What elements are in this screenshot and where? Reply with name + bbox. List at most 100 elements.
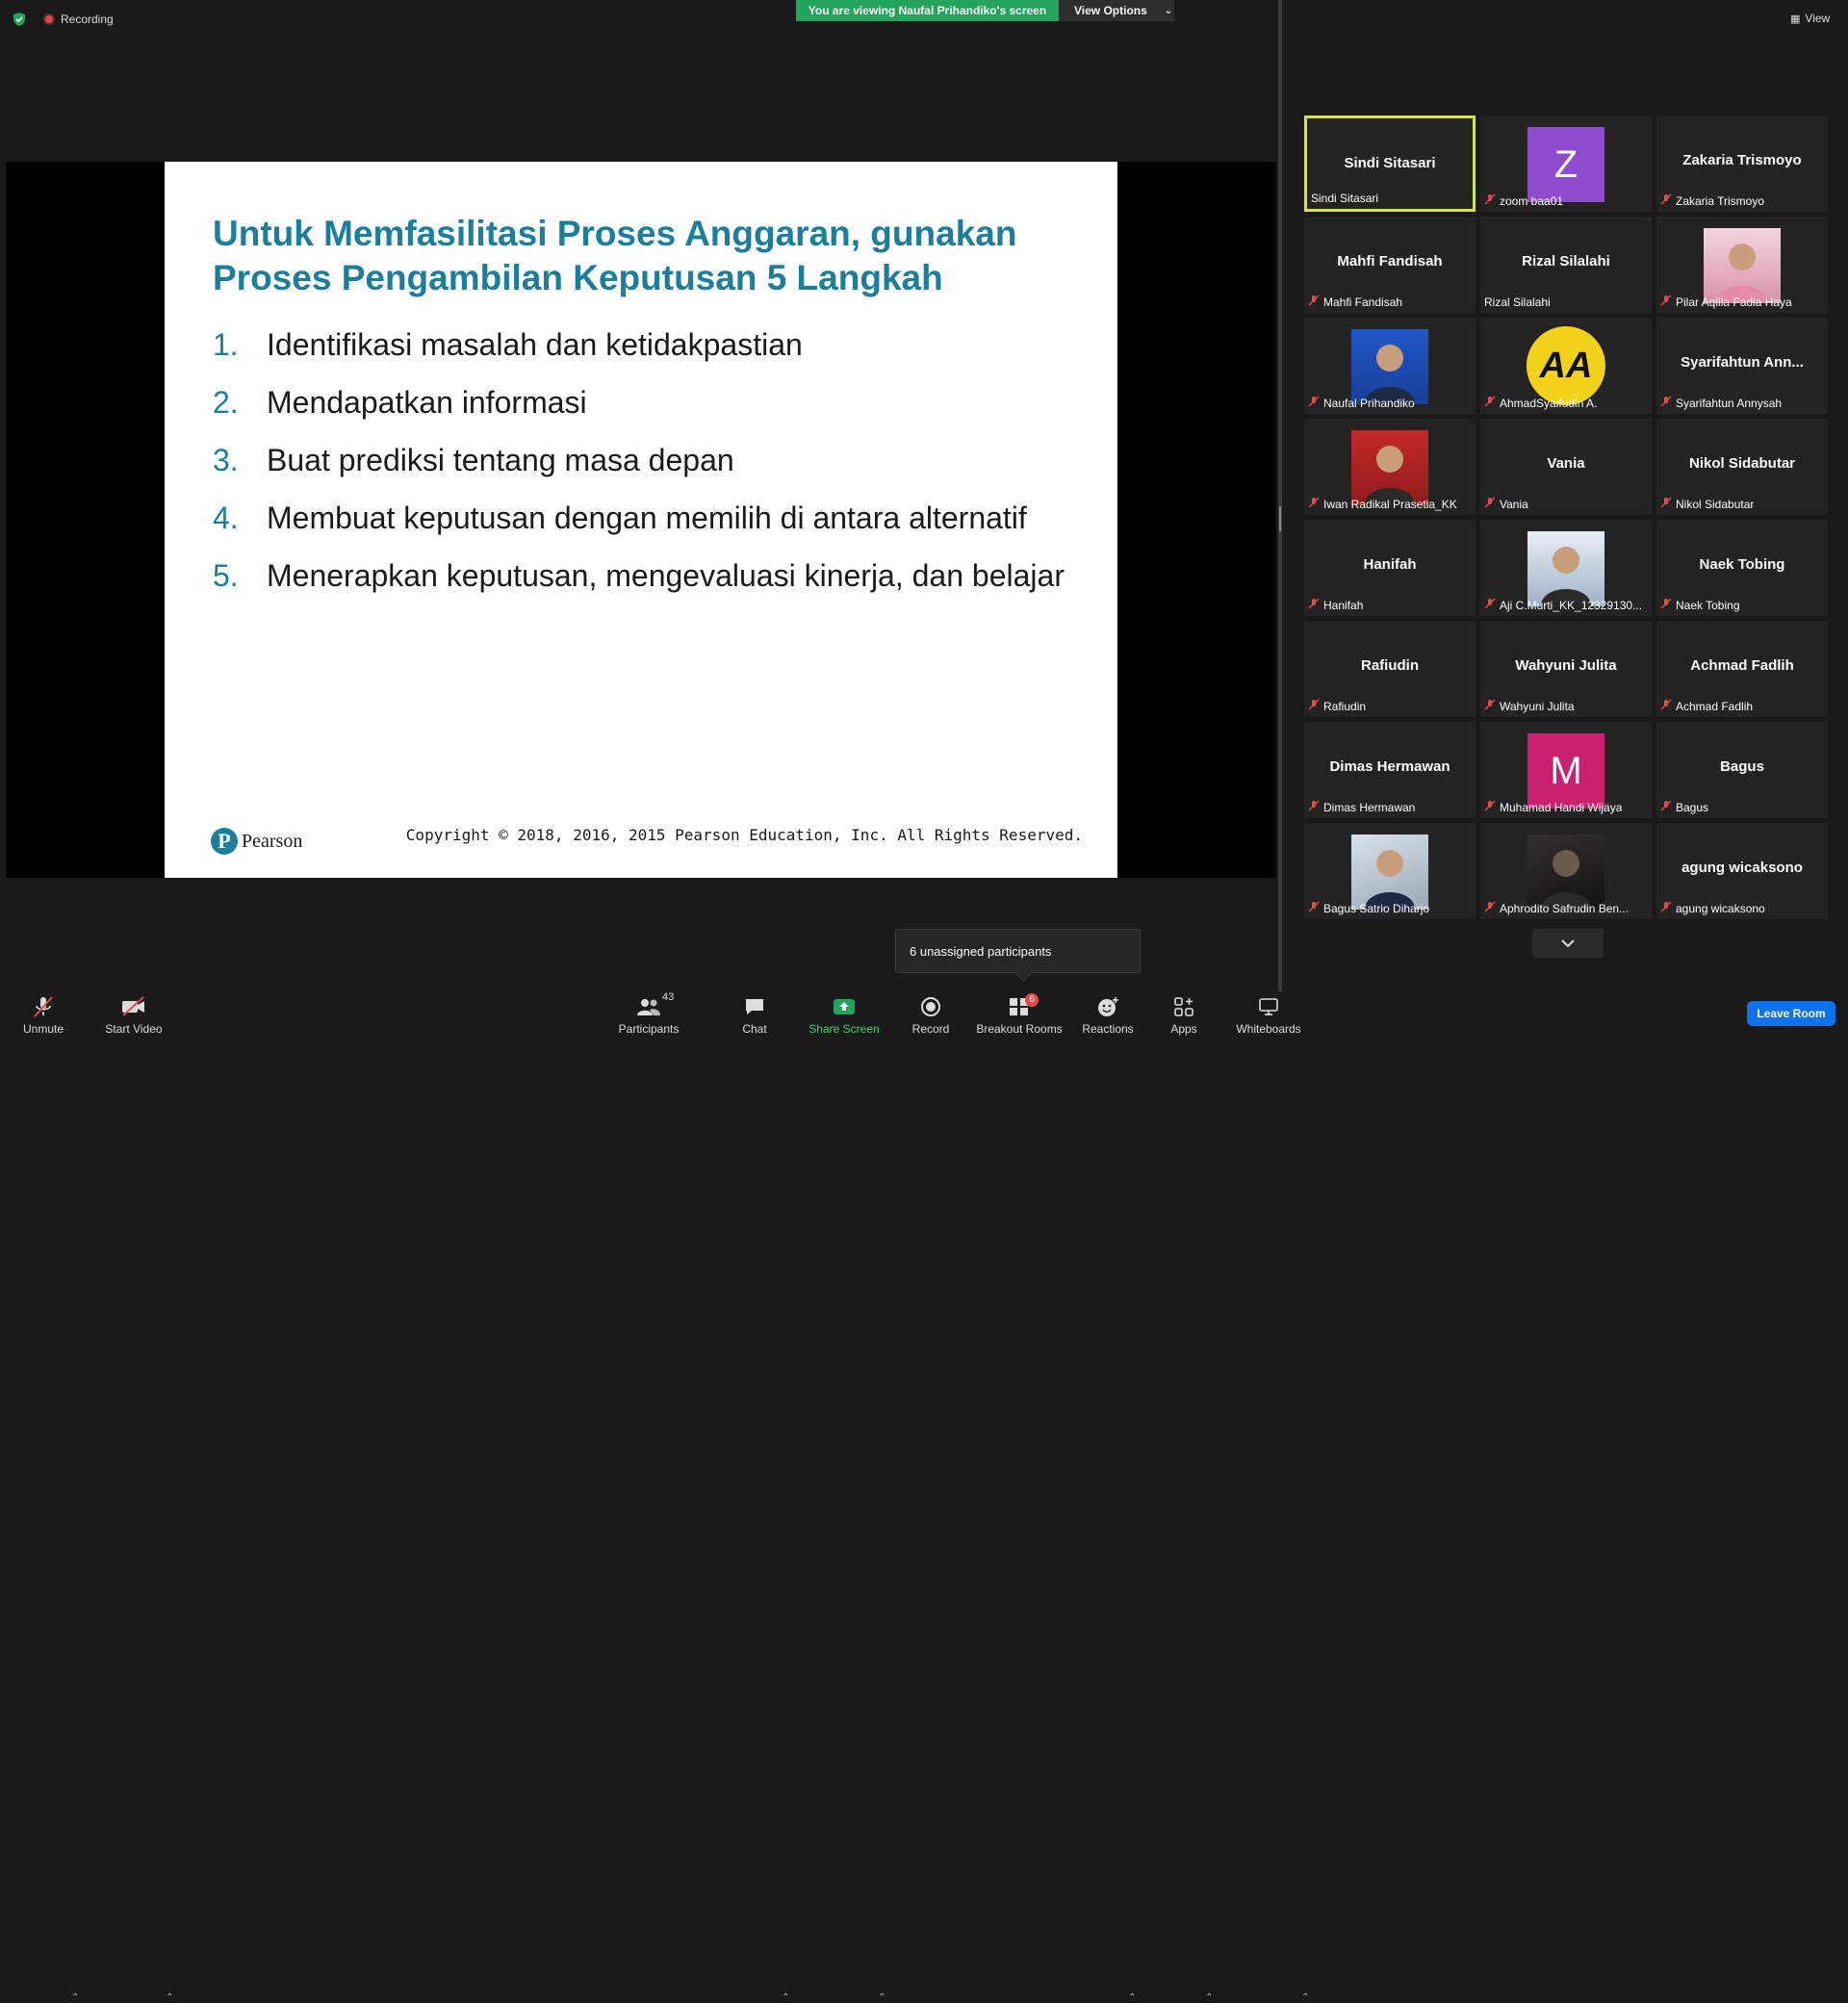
list-item: 1. Identifikasi masalah dan ketidakpastia… — [213, 325, 1079, 364]
record-label: Record — [911, 1022, 950, 1036]
participant-tile[interactable]: Mahfi Fandisah Mahfi Fandisah — [1304, 217, 1476, 313]
avatar: Z — [1527, 127, 1604, 202]
list-number: 2. — [213, 385, 239, 420]
list-item: 3. Buat prediksi tentang masa depan — [213, 441, 1079, 479]
microphone-muted-icon — [1484, 901, 1496, 915]
list-text: Mendapatkan informasi — [267, 385, 587, 420]
participant-name-label: AhmadSyaifudin A. — [1484, 396, 1597, 410]
participant-name-label: Dimas Hermawan — [1308, 800, 1415, 814]
microphone-muted-icon — [1308, 800, 1320, 814]
reactions-icon — [1094, 995, 1121, 1018]
participant-tile[interactable]: Rafiudin Rafiudin — [1304, 621, 1476, 717]
participant-name-label: Wahyuni Julita — [1484, 699, 1575, 713]
participant-tile[interactable]: Zakaria Trismoyo Zakaria Trismoyo — [1656, 116, 1828, 212]
whiteboards-options-caret-icon[interactable]: ⌃ — [1301, 1992, 1309, 2003]
participant-tile[interactable]: Sindi Sitasari Sindi Sitasari — [1304, 116, 1476, 212]
participant-name-label: Mahfi Fandisah — [1308, 295, 1402, 309]
avatar-photo — [1351, 430, 1428, 505]
whiteboards-button[interactable]: Whiteboards — [1234, 991, 1303, 1040]
gallery-view-button[interactable]: ▦ View — [1790, 12, 1830, 25]
participant-name: Zakaria Trismoyo — [1676, 193, 1765, 208]
apps-button[interactable]: Apps — [1165, 991, 1203, 1040]
reactions-options-caret-icon[interactable]: ⌃ — [1128, 1992, 1136, 2003]
participant-tile[interactable]: Wahyuni Julita Wahyuni Julita — [1480, 621, 1652, 717]
gallery-view-label: View — [1805, 12, 1831, 25]
participant-tile[interactable]: M Muhamad Handi Wijaya — [1480, 722, 1652, 818]
slide-list: 1. Identifikasi masalah dan ketidakpastia… — [213, 325, 1079, 614]
start-video-button[interactable]: Start Video — [100, 991, 167, 1040]
reactions-button[interactable]: Reactions — [1080, 991, 1136, 1040]
recording-indicator[interactable]: Recording — [43, 13, 114, 26]
panel-divider[interactable] — [1278, 0, 1282, 991]
share-screen-button[interactable]: Share Screen — [808, 991, 880, 1040]
top-bar: Recording You are viewing Naufal Prihand… — [0, 0, 1280, 39]
participants-button[interactable]: 43 Participants — [612, 991, 685, 1040]
participant-name: Naek Tobing — [1676, 598, 1740, 612]
video-off-icon — [120, 995, 147, 1018]
unmute-button[interactable]: Unmute — [17, 991, 69, 1040]
participant-tile[interactable]: Vania Vania — [1480, 419, 1652, 515]
participant-tile[interactable]: Bagus Bagus — [1656, 722, 1828, 818]
participant-tile[interactable]: AA AhmadSyaifudin A. — [1480, 318, 1652, 414]
microphone-muted-icon — [1660, 396, 1672, 410]
share-screen-label: Share Screen — [808, 1022, 880, 1036]
participant-tile[interactable]: agung wicaksono agung wicaksono — [1656, 823, 1828, 919]
participant-display-name: Wahyuni Julita — [1515, 657, 1617, 674]
avatar: AA — [1527, 326, 1605, 405]
participant-display-name: Dimas Hermawan — [1329, 758, 1450, 775]
pearson-wordmark: Pearson — [242, 830, 303, 852]
list-text: Menerapkan keputusan, mengevaluasi kiner… — [267, 558, 1065, 593]
participant-name-label: Naufal Prihandiko — [1308, 396, 1415, 410]
reactions-label: Reactions — [1082, 1022, 1134, 1036]
view-options-label: View Options — [1074, 4, 1147, 17]
share-options-caret-icon[interactable]: ⌃ — [878, 1992, 886, 2003]
record-button[interactable]: Record — [907, 991, 955, 1040]
participant-name-label: Syarifahtun Annysah — [1660, 396, 1782, 410]
participant-name: Iwan Radikal Prasetia_KK — [1323, 497, 1457, 511]
participant-tile[interactable]: Dimas Hermawan Dimas Hermawan — [1304, 722, 1476, 818]
participant-tile[interactable]: Nikol Sidabutar Nikol Sidabutar — [1656, 419, 1828, 515]
participant-tile[interactable]: Hanifah Hanifah — [1304, 520, 1476, 616]
chat-button[interactable]: Chat — [735, 991, 774, 1040]
participant-tile[interactable]: Aphrodito Safrudin Ben... — [1480, 823, 1652, 919]
apps-icon — [1170, 995, 1197, 1018]
participant-tile[interactable]: Achmad Fadlih Achmad Fadlih — [1656, 621, 1828, 717]
list-number: 3. — [213, 443, 239, 477]
participant-name: Rafiudin — [1323, 699, 1367, 713]
apps-options-caret-icon[interactable]: ⌃ — [1205, 1992, 1213, 2003]
participant-tile[interactable]: Naufal Prihandiko — [1304, 318, 1476, 414]
participant-tile[interactable]: Rizal Silalahi Rizal Silalahi — [1480, 217, 1652, 313]
viewing-banner: You are viewing Naufal Prihandiko's scre… — [796, 0, 1059, 21]
video-options-caret-icon[interactable]: ⌃ — [166, 1992, 173, 2003]
participant-name: zoom baa01 — [1500, 193, 1564, 208]
participant-tile[interactable]: Iwan Radikal Prasetia_KK — [1304, 419, 1476, 515]
chat-options-caret-icon[interactable]: ⌃ — [782, 1992, 789, 2003]
microphone-muted-icon — [1660, 699, 1672, 713]
person-silhouette-icon — [1717, 244, 1767, 303]
participant-tile[interactable]: Bagus Satrio Diharjo — [1304, 823, 1476, 919]
participant-tile[interactable]: Pilar Aqilla Fadia Haya — [1656, 217, 1828, 313]
participant-tile[interactable]: Aji C.Murti_KK_12329130... — [1480, 520, 1652, 616]
shield-icon[interactable] — [12, 12, 27, 27]
breakout-rooms-button[interactable]: 6 Breakout Rooms — [974, 991, 1065, 1040]
leave-room-button[interactable]: Leave Room — [1747, 1001, 1835, 1026]
microphone-muted-icon — [1308, 901, 1320, 915]
participant-tile[interactable]: Syarifahtun Ann... Syarifahtun Annysah — [1656, 318, 1828, 414]
divider-handle[interactable] — [1279, 506, 1281, 531]
participant-display-name: agung wicaksono — [1681, 860, 1803, 876]
participant-name-label: Bagus Satrio Diharjo — [1308, 901, 1429, 915]
participant-tile[interactable]: Naek Tobing Naek Tobing — [1656, 520, 1828, 616]
participant-tile[interactable]: Zzoom baa01 — [1480, 116, 1652, 212]
microphone-muted-icon — [1660, 497, 1672, 511]
list-item: 5. Menerapkan keputusan, mengevaluasi kin… — [213, 556, 1079, 595]
view-options-button[interactable]: View Options ⌄ — [1059, 0, 1174, 21]
participant-display-name: Rizal Silalahi — [1522, 253, 1610, 270]
participant-name-label: Muhamad Handi Wijaya — [1484, 800, 1622, 814]
chevron-down-icon — [1561, 939, 1575, 948]
participant-name: Aji C.Murti_KK_12329130... — [1500, 598, 1643, 612]
participant-name-label: Nikol Sidabutar — [1660, 497, 1754, 511]
participant-name: Aphrodito Safrudin Ben... — [1500, 901, 1630, 915]
participant-name-label: Vania — [1484, 497, 1528, 511]
audio-options-caret-icon[interactable]: ⌃ — [71, 1992, 79, 2003]
gallery-next-page-button[interactable] — [1532, 929, 1604, 958]
